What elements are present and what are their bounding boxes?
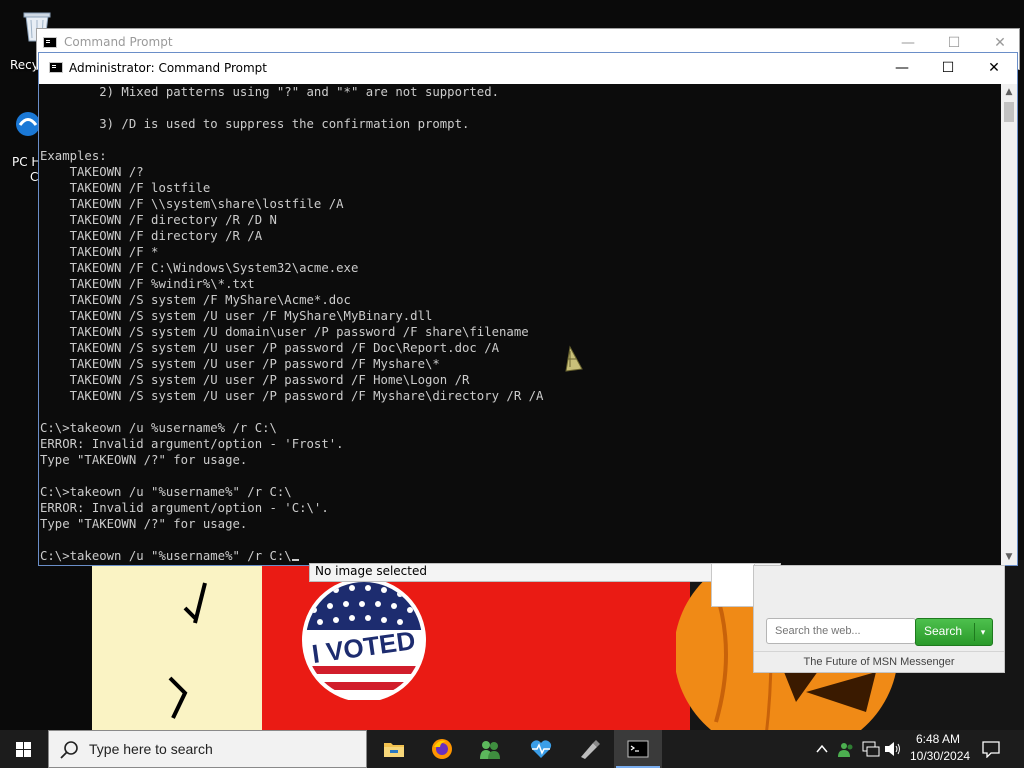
wallpaper-brush-strokes [168, 582, 207, 719]
clock-date: 10/30/2024 [910, 749, 971, 763]
msn-search-button[interactable]: Search ▾ [915, 618, 993, 646]
show-hidden-icons-chevron-icon[interactable] [815, 742, 829, 756]
console-line: C:\>takeown /u "%username%" /r C:\ [40, 485, 292, 499]
taskbar-file-explorer[interactable] [370, 730, 418, 768]
taskbar-msn-messenger[interactable] [466, 730, 514, 768]
msn-search-dropdown-icon[interactable]: ▾ [974, 623, 991, 641]
msn-messenger-icon [480, 741, 500, 759]
console-line: Type "TAKEOWN /?" for usage. [40, 453, 248, 467]
network-icon[interactable] [862, 741, 880, 757]
console-line: TAKEOWN /S system /U user /P password /F… [40, 357, 440, 371]
console-output[interactable]: 2) Mixed patterns using "?" and "*" are … [39, 84, 1001, 565]
taskbar-usb-tool[interactable] [565, 730, 613, 768]
firefox-icon [432, 739, 452, 759]
volume-icon[interactable] [884, 741, 902, 757]
console-line: TAKEOWN /S system /U user /P password /F… [40, 389, 544, 403]
console-line: TAKEOWN /S system /U domain\user /P pass… [40, 325, 529, 339]
command-prompt-icon [43, 37, 57, 48]
console-line: Examples: [40, 149, 107, 163]
scroll-up-arrow-icon[interactable]: ▲ [1001, 84, 1017, 100]
vertical-scrollbar[interactable]: ▲ ▼ [1001, 84, 1017, 565]
msn-search-input[interactable] [766, 618, 916, 644]
background-close-button[interactable]: ✕ [977, 33, 1023, 53]
console-line: C:\>takeown /u %username% /r C:\ [40, 421, 277, 435]
scroll-thumb[interactable] [1004, 102, 1014, 122]
msn-search-button-label: Search [924, 624, 963, 638]
msn-tagline: The Future of MSN Messenger [754, 651, 1004, 672]
console-line: TAKEOWN /F directory /R /D N [40, 213, 277, 227]
image-status-text: No image selected [315, 564, 427, 578]
i-voted-sticker: I VOTED [302, 580, 426, 700]
taskbar: Type here to search 6:48 AM 10/30/2024 [0, 730, 1024, 768]
text-cursor [291, 559, 299, 561]
windows-logo-icon [16, 742, 31, 757]
search-icon [60, 741, 78, 759]
background-minimize-button[interactable]: — [885, 33, 931, 53]
taskbar-command-prompt[interactable] [614, 730, 662, 768]
console-line: TAKEOWN /F \\system\share\lostfile /A [40, 197, 344, 211]
console-line: TAKEOWN /F lostfile [40, 181, 211, 195]
console-line: TAKEOWN /F directory /R /A [40, 229, 263, 243]
console-lines: 2) Mixed patterns using "?" and "*" are … [39, 84, 1001, 564]
minimize-button[interactable]: — [879, 53, 925, 84]
console-line: ERROR: Invalid argument/option - 'Frost'… [40, 437, 344, 451]
console-line: C:\>takeown /u "%username%" /r C:\ [40, 548, 1001, 564]
background-maximize-button[interactable]: ☐ [931, 33, 977, 53]
msn-widget: Search ▾ The Future of MSN Messenger [753, 565, 1005, 673]
console-line: TAKEOWN /? [40, 165, 144, 179]
console-line: ERROR: Invalid argument/option - 'C:\'. [40, 501, 329, 515]
console-line: TAKEOWN /S system /U user /F MyShare\MyB… [40, 309, 433, 323]
taskbar-search-placeholder: Type here to search [89, 741, 213, 757]
desktop-screen: I VOTED Recycle Bin PC H Ch [0, 0, 1024, 768]
usb-drive-icon [581, 740, 600, 759]
heart-monitor-icon [530, 740, 552, 758]
taskbar-search-box[interactable]: Type here to search [48, 730, 367, 768]
image-viewer-panel [711, 563, 755, 607]
taskbar-health-monitor[interactable] [517, 730, 565, 768]
taskbar-firefox[interactable] [418, 730, 466, 768]
start-button[interactable] [0, 730, 48, 768]
notifications-icon[interactable] [982, 740, 1000, 758]
background-window-title: Command Prompt [64, 35, 173, 49]
console-line: TAKEOWN /S system /U user /P password /F… [40, 341, 500, 355]
maximize-button[interactable]: ☐ [925, 53, 971, 84]
file-explorer-icon [384, 743, 404, 757]
mouse-pointer-icon [565, 345, 583, 372]
console-line: TAKEOWN /F %windir%\*.txt [40, 277, 255, 291]
console-line: 2) Mixed patterns using "?" and "*" are … [40, 85, 500, 99]
console-line: Type "TAKEOWN /?" for usage. [40, 517, 248, 531]
messenger-tray-icon[interactable] [837, 740, 855, 758]
window-title: Administrator: Command Prompt [69, 61, 267, 75]
console-line: TAKEOWN /F * [40, 245, 159, 259]
clock-time: 6:48 AM [916, 732, 961, 746]
console-line: TAKEOWN /S system /F MyShare\Acme*.doc [40, 293, 351, 307]
console-line: TAKEOWN /S system /U user /P password /F… [40, 373, 470, 387]
title-bar[interactable]: Administrator: Command Prompt — ☐ ✕ [39, 53, 1017, 84]
command-prompt-taskbar-icon [627, 740, 649, 758]
console-line: TAKEOWN /F C:\Windows\System32\acme.exe [40, 261, 359, 275]
command-prompt-icon [49, 62, 63, 73]
console-line: 3) /D is used to suppress the confirmati… [40, 117, 470, 131]
scroll-down-arrow-icon[interactable]: ▼ [1001, 549, 1017, 565]
close-button[interactable]: ✕ [971, 53, 1017, 84]
admin-command-prompt-window[interactable]: Administrator: Command Prompt — ☐ ✕ 2) M… [38, 52, 1018, 566]
